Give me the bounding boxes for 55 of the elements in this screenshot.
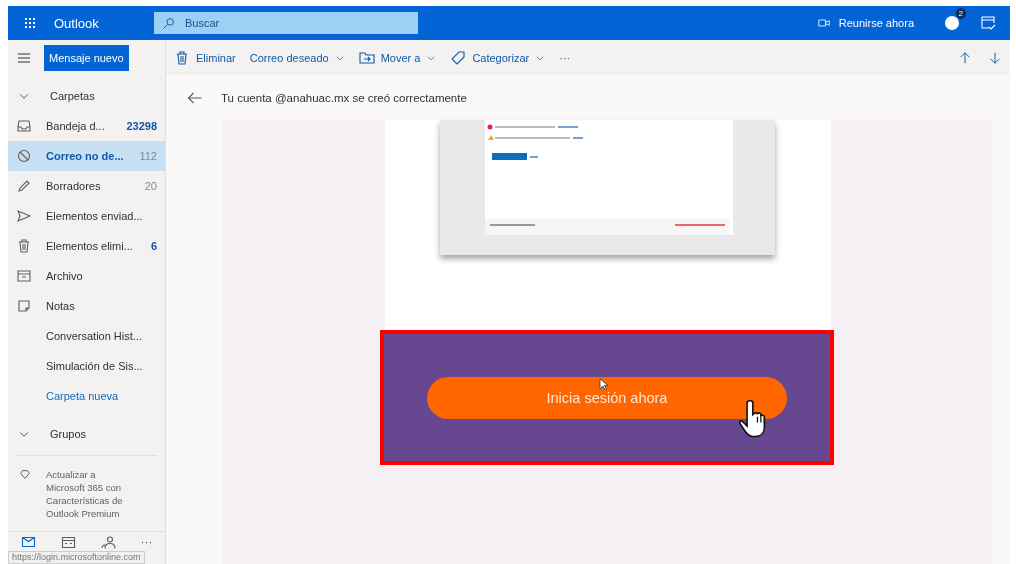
link-url-tooltip: https://login.microsoftonline.com — [8, 551, 145, 564]
inbox-icon — [16, 118, 32, 134]
more-button[interactable]: ··· — [559, 51, 571, 64]
groups-header[interactable]: Grupos — [8, 419, 165, 449]
folder-item[interactable]: Simulación de Sis... — [8, 351, 165, 381]
folder-item[interactable]: Notas — [8, 291, 165, 321]
unread-count: 20 — [144, 180, 157, 192]
toolbar-button[interactable]: Categorizar — [450, 49, 546, 66]
folder-item[interactable]: Correo no de... 112 — [8, 141, 165, 171]
toolbar-button[interactable]: Mover a — [358, 49, 437, 66]
people-nav-button[interactable] — [98, 533, 118, 551]
new-message-button[interactable]: Mensaje nuevo — [44, 44, 129, 71]
blocked-icon — [16, 148, 32, 164]
unread-count: 6 — [150, 240, 157, 252]
section-label: Grupos — [50, 428, 87, 440]
unread-count: 23298 — [126, 120, 157, 132]
folder-item[interactable]: Conversation Hist... — [8, 321, 165, 351]
send-icon — [16, 208, 32, 224]
folder-item[interactable]: Elementos enviad... — [8, 201, 165, 231]
email-subject: Tu cuenta @anahuac.mx se creó correctamente — [221, 91, 467, 104]
archive-icon — [16, 268, 32, 284]
folder-item[interactable]: Bandeja d... 23298 — [8, 111, 165, 141]
down-arrow-icon — [988, 50, 1002, 65]
up-arrow-icon — [958, 50, 972, 65]
tag-icon — [450, 49, 467, 66]
folders-header[interactable]: Carpetas — [8, 81, 165, 111]
calendar-icon — [60, 535, 76, 549]
meet-now-button[interactable]: Reunirse ahora — [812, 17, 918, 29]
waffle-icon — [22, 15, 38, 31]
toolbar-button[interactable]: Eliminar — [174, 49, 236, 66]
pencil-icon — [16, 178, 32, 194]
diamond-icon — [18, 468, 32, 482]
note-icon — [16, 298, 32, 314]
folder-item[interactable]: Elementos elimi... 6 — [8, 231, 165, 261]
folder-icon — [358, 49, 375, 66]
people-icon — [100, 535, 116, 549]
arrow-cursor-icon — [599, 378, 609, 391]
search-icon — [162, 16, 175, 30]
unread-count: 112 — [139, 150, 157, 162]
toolbar-button[interactable]: Correo deseado — [249, 51, 345, 64]
video-icon — [816, 17, 831, 29]
folder-item[interactable]: Borradores 20 — [8, 171, 165, 201]
trash-icon — [174, 49, 190, 66]
trash-icon — [16, 238, 32, 254]
folder-item[interactable]: Archivo — [8, 261, 165, 291]
app-name[interactable]: Outlook — [54, 15, 154, 31]
search-field[interactable]: Buscar — [154, 12, 418, 34]
new-folder-link[interactable]: Carpeta nueva — [8, 381, 165, 411]
calendar-icon — [980, 13, 996, 30]
search-placeholder: Buscar — [185, 17, 220, 29]
more-button[interactable]: ··· — [138, 533, 155, 551]
mail-icon — [20, 536, 36, 548]
section-label: Carpetas — [50, 90, 95, 102]
notification-badge: 2 — [955, 8, 966, 19]
upgrade-text[interactable]: Actualizar a Microsoft 365 con Características de Outlook Premium — [46, 468, 136, 520]
